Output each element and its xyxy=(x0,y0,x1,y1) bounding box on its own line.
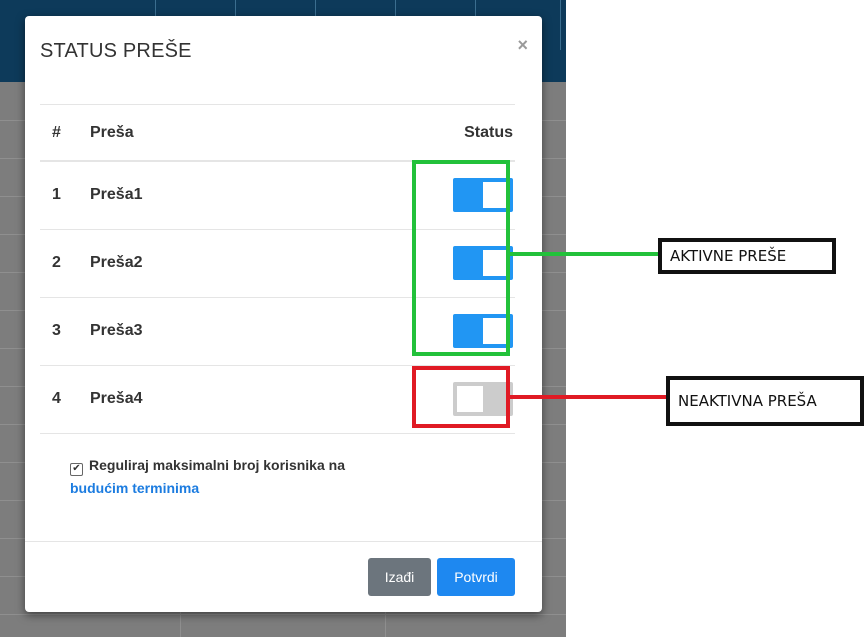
press-name: Preša4 xyxy=(90,390,143,407)
row-number: 2 xyxy=(52,254,61,271)
active-presses-connector xyxy=(510,252,660,256)
press-name: Preša3 xyxy=(90,322,143,339)
row-number: 1 xyxy=(52,186,61,204)
table-header-row: # Preša Status xyxy=(40,105,515,161)
column-header-number: # xyxy=(52,123,61,141)
checkbox-label: Reguliraj maksimalni broj korisnika na xyxy=(89,457,345,473)
inactive-press-label: NEAKTIVNA PREŠA xyxy=(666,376,864,426)
modal-title: STATUS PREŠE xyxy=(40,40,192,62)
row-number: 4 xyxy=(52,390,61,407)
future-terms-link[interactable]: budućim terminima xyxy=(70,480,199,496)
close-icon[interactable]: × xyxy=(517,36,528,54)
exit-button[interactable]: Izađi xyxy=(368,558,431,596)
confirm-button[interactable]: Potvrdi xyxy=(437,558,515,596)
press-name: Preša2 xyxy=(90,254,143,271)
press-name: Preša1 xyxy=(90,186,143,204)
regulate-users-checkbox[interactable]: ✔ xyxy=(70,463,83,476)
regulate-users-option: ✔ Reguliraj maksimalni broj korisnika na … xyxy=(70,454,450,500)
column-header-press: Preša xyxy=(90,123,134,141)
column-header-status: Status xyxy=(464,123,513,141)
active-presses-highlight xyxy=(412,160,510,356)
active-presses-label: AKTIVNE PREŠE xyxy=(658,238,836,274)
inactive-press-highlight xyxy=(412,366,510,428)
footer-divider xyxy=(25,541,542,542)
inactive-press-connector xyxy=(510,395,670,399)
row-number: 3 xyxy=(52,322,61,339)
